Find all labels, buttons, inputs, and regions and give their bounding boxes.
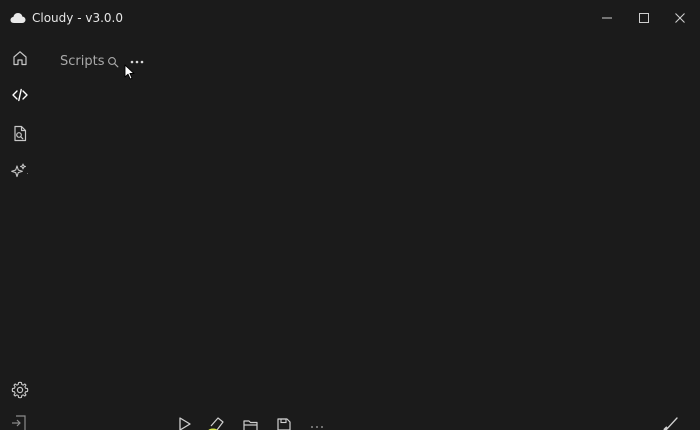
search-icon	[108, 57, 119, 68]
sparkle-icon	[11, 163, 28, 178]
sidebar-item-ai[interactable]	[2, 154, 38, 188]
search-button[interactable]	[104, 53, 122, 71]
import-button[interactable]	[8, 414, 30, 430]
open-file-button[interactable]	[240, 414, 262, 430]
clear-button[interactable]	[205, 414, 227, 430]
import-icon	[12, 415, 26, 430]
brush-icon	[663, 417, 678, 430]
window-title: Cloudy - v3.0.0	[32, 11, 123, 25]
more-options-button[interactable]	[128, 53, 146, 71]
title-bar: Cloudy - v3.0.0	[0, 0, 700, 36]
code-icon	[12, 88, 28, 102]
app-window: Cloudy - v3.0.0 Scripts	[0, 0, 700, 430]
save-icon	[277, 418, 291, 430]
more-tools-button[interactable]	[306, 414, 328, 430]
play-icon	[179, 417, 191, 430]
gear-icon	[11, 381, 29, 399]
eraser-icon	[208, 417, 224, 430]
settings-button[interactable]	[2, 373, 38, 407]
page-title: Scripts	[60, 54, 105, 69]
close-icon	[675, 13, 685, 23]
file-search-icon	[14, 125, 27, 141]
sidebar-item-scripts[interactable]	[2, 78, 38, 112]
maximize-icon	[639, 13, 649, 23]
execute-button[interactable]	[174, 414, 196, 430]
save-button[interactable]	[273, 414, 295, 430]
maximize-button[interactable]	[626, 0, 662, 36]
sidebar-item-home[interactable]	[2, 41, 38, 75]
cloud-icon	[10, 13, 26, 23]
close-button[interactable]	[662, 0, 698, 36]
more-options-icon	[130, 60, 144, 64]
minimize-button[interactable]	[589, 0, 625, 36]
brush-button[interactable]	[660, 414, 682, 430]
minimize-icon	[602, 17, 612, 19]
more-icon	[311, 426, 323, 428]
home-icon	[13, 51, 27, 66]
sidebar-item-file-search[interactable]	[2, 116, 38, 150]
folder-open-icon	[243, 420, 258, 430]
